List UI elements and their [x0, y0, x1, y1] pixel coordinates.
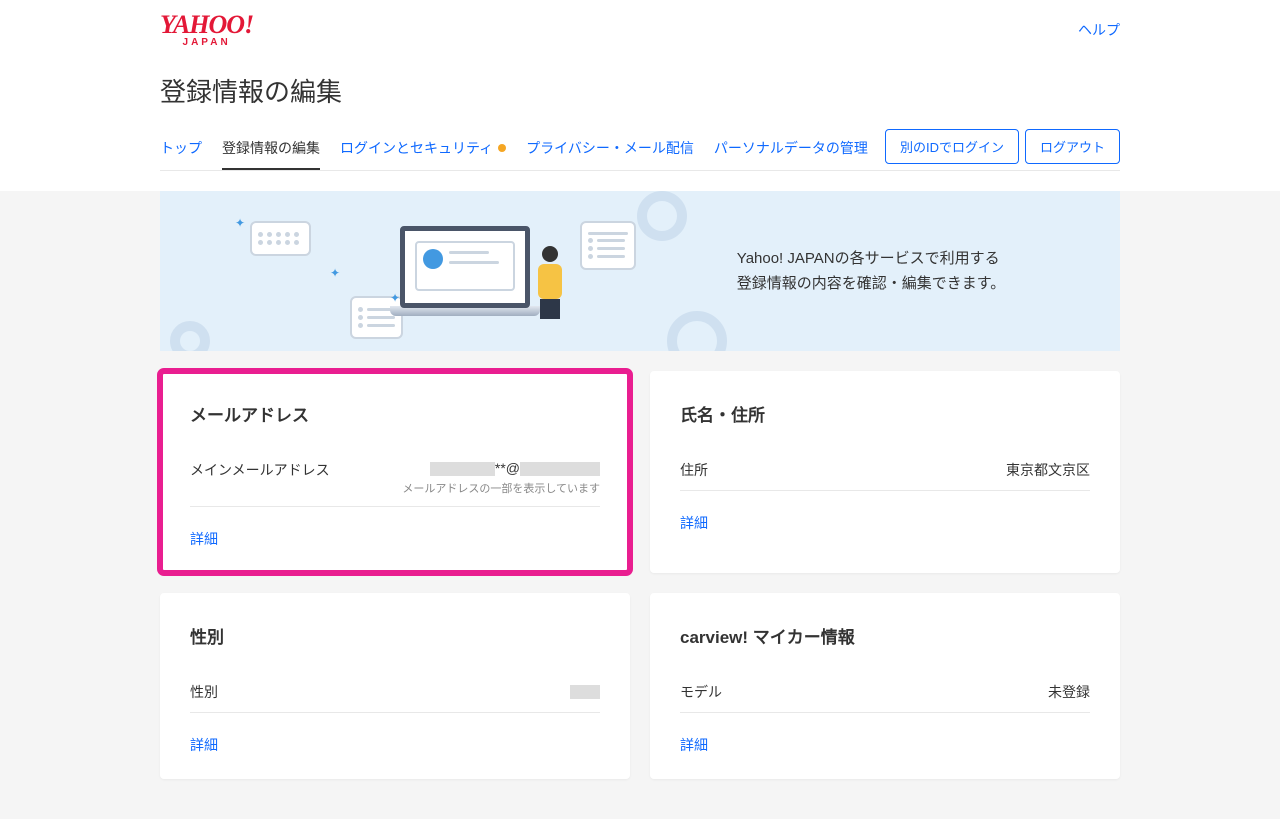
model-label: モデル [680, 682, 722, 702]
gear-icon [667, 311, 727, 351]
nav-login-security[interactable]: ログインとセキュリティ [340, 130, 506, 170]
gear-icon [637, 191, 687, 241]
main-nav: トップ 登録情報の編集 ログインとセキュリティ プライバシー・メール配信 パーソ… [160, 130, 868, 170]
model-value: 未登録 [1048, 682, 1090, 702]
gear-icon [170, 321, 210, 351]
nav-edit-info[interactable]: 登録情報の編集 [222, 130, 320, 170]
address-value: 東京都文京区 [1006, 460, 1090, 480]
nav-privacy[interactable]: プライバシー・メール配信 [526, 130, 694, 170]
name-address-card: 氏名・住所 住所 東京都文京区 詳細 [650, 371, 1120, 573]
info-banner: ✦ ✦ ✦ [160, 191, 1120, 351]
gender-label: 性別 [190, 682, 218, 702]
nav-personal-data[interactable]: パーソナルデータの管理 [714, 130, 868, 170]
email-note: メールアドレスの一部を表示しています [402, 480, 600, 496]
gender-value [570, 682, 600, 698]
gender-card: 性別 性別 詳細 [160, 593, 630, 779]
card-title: carview! マイカー情報 [680, 623, 1090, 648]
yahoo-logo[interactable]: YAHOO! JAPAN [160, 10, 253, 48]
email-label: メインメールアドレス [190, 460, 330, 480]
nav-top[interactable]: トップ [160, 130, 202, 170]
banner-text-line1: Yahoo! JAPANの各サービスで利用する [737, 246, 1100, 272]
gender-detail-link[interactable]: 詳細 [190, 735, 218, 755]
banner-illustration: ✦ ✦ ✦ [160, 191, 717, 351]
laptop-icon [390, 226, 540, 326]
email-card: メールアドレス メインメールアドレス **@ メールアドレスの一部を表示していま… [160, 371, 630, 573]
card-title: 性別 [190, 623, 600, 648]
logout-button[interactable]: ログアウト [1025, 129, 1120, 164]
page-title: 登録情報の編集 [160, 72, 1120, 109]
person-icon [530, 246, 570, 326]
list-icon [580, 221, 636, 270]
card-title: メールアドレス [190, 401, 600, 426]
other-id-login-button[interactable]: 別のIDでログイン [885, 129, 1019, 164]
list-icon [250, 221, 311, 256]
card-title: 氏名・住所 [680, 401, 1090, 426]
carview-detail-link[interactable]: 詳細 [680, 735, 708, 755]
email-value: **@ [402, 460, 600, 476]
help-link[interactable]: ヘルプ [1078, 20, 1120, 40]
alert-dot-icon [498, 144, 506, 152]
email-detail-link[interactable]: 詳細 [190, 529, 218, 549]
banner-text-line2: 登録情報の内容を確認・編集できます。 [737, 271, 1100, 297]
address-detail-link[interactable]: 詳細 [680, 513, 708, 533]
carview-card: carview! マイカー情報 モデル 未登録 詳細 [650, 593, 1120, 779]
address-label: 住所 [680, 460, 708, 480]
